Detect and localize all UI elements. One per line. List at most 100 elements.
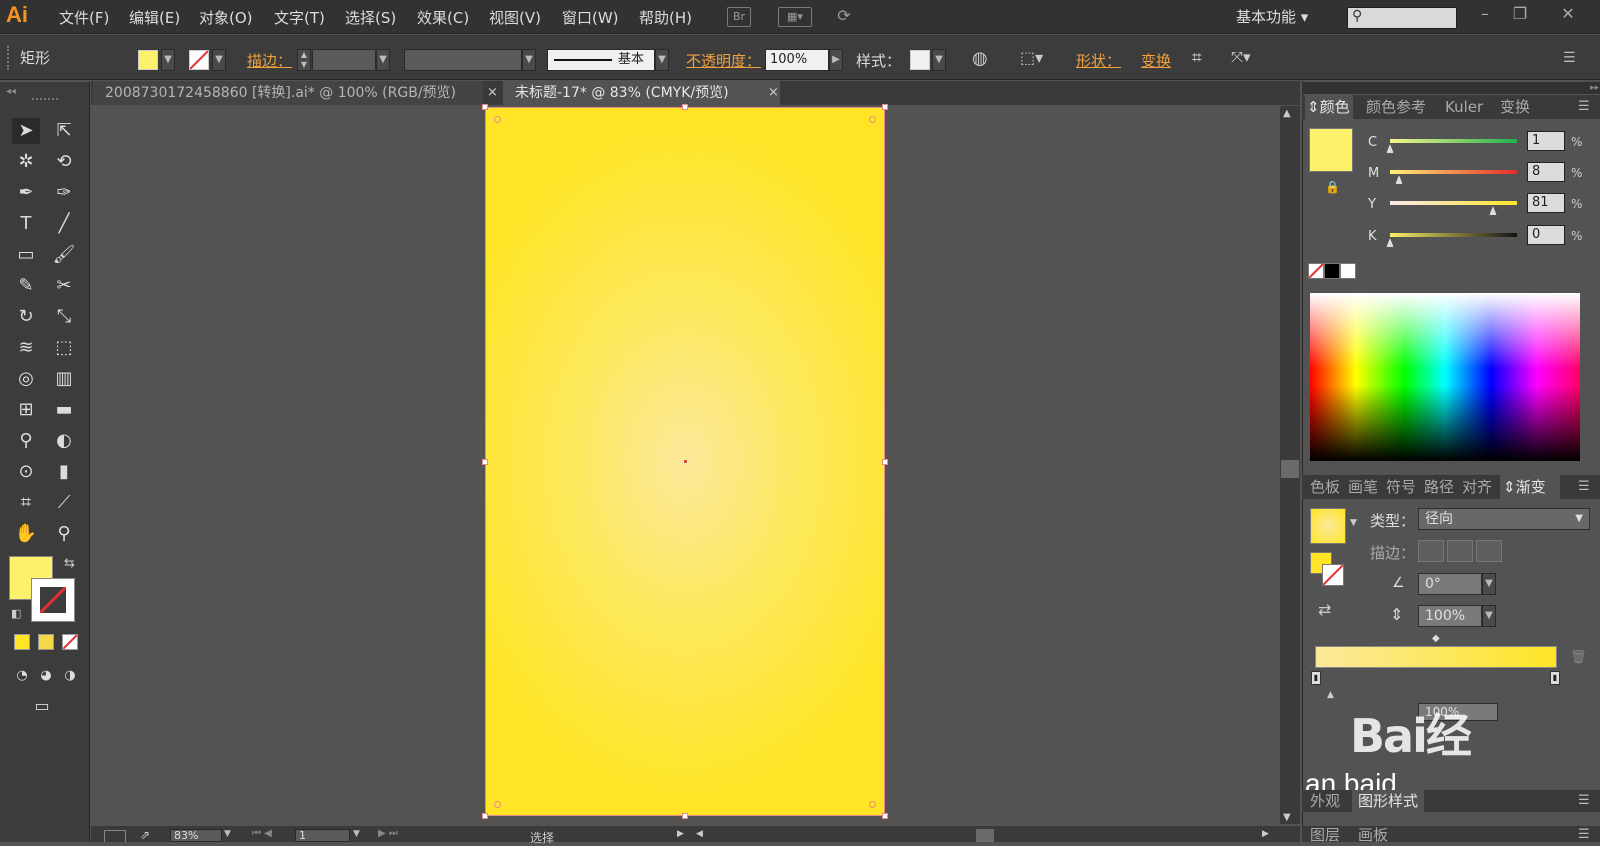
stroke-dropdown-icon[interactable]: ▼ xyxy=(212,49,226,71)
tab-color[interactable]: ⇕颜色 xyxy=(1305,95,1353,119)
midpoint-diamond-icon[interactable]: ◆ xyxy=(1432,633,1440,644)
reverse-gradient-icon[interactable]: ⇄ xyxy=(1318,600,1331,619)
eyedropper-tool-icon[interactable]: ⚲ xyxy=(12,428,40,454)
hscroll-left-icon[interactable]: ◀ xyxy=(696,829,703,839)
tab-gradient[interactable]: ⇕渐变 xyxy=(1500,475,1560,499)
menu-edit[interactable]: 编辑(E) xyxy=(129,7,180,28)
tab-layers[interactable]: 图层 xyxy=(1310,826,1340,844)
hand-tool-icon[interactable]: ✋ xyxy=(12,521,40,547)
resize-handle[interactable] xyxy=(482,813,488,819)
angle-field[interactable]: 0° xyxy=(1418,573,1482,595)
artboard-tool-icon[interactable]: ⌗ xyxy=(12,490,40,516)
transform-options-icon[interactable]: ⤧▾ xyxy=(1231,48,1251,66)
slice-tool-icon[interactable]: ⟋ xyxy=(50,490,78,516)
zoom-field[interactable]: 83% xyxy=(170,829,222,842)
none-color-icon[interactable] xyxy=(1308,263,1324,279)
channel-y-slider[interactable] xyxy=(1390,201,1517,205)
stroke-weight-field[interactable] xyxy=(312,49,376,71)
channel-c-slider[interactable] xyxy=(1390,139,1517,143)
resize-handle[interactable] xyxy=(882,813,888,819)
free-transform-tool-icon[interactable]: ⬚ xyxy=(50,335,78,361)
page-dropdown-icon[interactable]: ▼ xyxy=(353,829,360,839)
color-mode-icon[interactable] xyxy=(14,634,30,650)
gradient-stop-start[interactable]: ▮ xyxy=(1311,671,1321,685)
type-tool-icon[interactable]: T xyxy=(12,211,40,237)
paintbrush-tool-icon[interactable]: 🖌 xyxy=(50,242,78,268)
bridge-icon[interactable]: Br xyxy=(727,7,751,27)
draw-inside-icon[interactable]: ◑ xyxy=(56,663,84,689)
export-icon[interactable]: ⇗ xyxy=(140,828,150,842)
default-fill-stroke-icon[interactable]: ◧ xyxy=(11,607,21,620)
menu-file[interactable]: 文件(F) xyxy=(59,7,109,28)
tab-symbols[interactable]: 符号 xyxy=(1386,475,1416,499)
tab-appearance[interactable]: 外观 xyxy=(1310,790,1340,812)
color-spectrum[interactable] xyxy=(1310,293,1580,461)
color-panel-menu-icon[interactable]: ☰ xyxy=(1578,99,1590,114)
workspace-switcher[interactable]: 基本功能 ▾ xyxy=(1236,6,1308,27)
control-panel-menu-icon[interactable]: ☰ xyxy=(1563,50,1576,66)
tab-align[interactable]: 对齐 xyxy=(1462,475,1492,499)
tab-artboards[interactable]: 画板 xyxy=(1358,826,1388,844)
stroke-gradient-across-icon[interactable] xyxy=(1476,540,1502,562)
view-icon[interactable] xyxy=(104,830,126,842)
corner-widget[interactable] xyxy=(869,801,876,808)
channel-c-field[interactable]: 1 xyxy=(1527,131,1565,151)
arrange-documents-icon[interactable]: ▦▾ xyxy=(778,7,812,27)
tab-kuler[interactable]: Kuler xyxy=(1445,95,1483,119)
grip-handle[interactable] xyxy=(7,46,10,70)
style-dropdown-icon[interactable]: ▼ xyxy=(932,49,946,71)
toolbox-grip[interactable] xyxy=(32,98,58,102)
page-field[interactable]: 1 xyxy=(295,829,350,842)
shape-label[interactable]: 形状： xyxy=(1076,50,1121,71)
menu-effect[interactable]: 效果(C) xyxy=(417,7,469,28)
gradient-panel-menu-icon[interactable]: ☰ xyxy=(1578,479,1590,494)
opacity-field[interactable]: 100% xyxy=(765,49,829,71)
gradient-slider-bar[interactable] xyxy=(1315,646,1557,668)
layers-panel-menu-icon[interactable]: ☰ xyxy=(1578,827,1590,842)
scissors-tool-icon[interactable]: ✂ xyxy=(50,273,78,299)
corner-widget[interactable] xyxy=(494,801,501,808)
gradient-type-select[interactable]: 径向 ▼ xyxy=(1418,508,1590,530)
brush-dropdown-icon[interactable]: ▼ xyxy=(655,49,669,71)
angle-dropdown-icon[interactable]: ▼ xyxy=(1482,573,1496,595)
hscroll-thumb[interactable] xyxy=(976,829,994,842)
resize-handle[interactable] xyxy=(882,104,888,110)
stroke-weight-dropdown-icon[interactable]: ▼ xyxy=(376,49,390,71)
mesh-tool-icon[interactable]: ⊞ xyxy=(12,397,40,423)
stroke-label[interactable]: 描边： xyxy=(247,50,292,71)
tab-transform[interactable]: 变换 xyxy=(1500,95,1530,119)
stroke-gradient-along-icon[interactable] xyxy=(1447,540,1473,562)
rotate-tool-icon[interactable]: ↻ xyxy=(12,304,40,330)
tab-close-icon[interactable]: × xyxy=(487,85,498,100)
gradient-preview-swatch[interactable] xyxy=(1310,508,1346,544)
graphic-style-swatch[interactable] xyxy=(910,50,930,70)
resize-handle[interactable] xyxy=(682,104,688,110)
tab-document-1[interactable]: 2008730172458860 [转换].ai* @ 100% (RGB/预览… xyxy=(93,81,483,105)
resize-handle[interactable] xyxy=(882,459,888,465)
opacity-expand-icon[interactable]: ▶ xyxy=(829,49,843,71)
tab-color-guide[interactable]: 颜色参考 xyxy=(1366,95,1426,119)
swap-fill-stroke-icon[interactable]: ⇆ xyxy=(64,556,75,571)
hscroll-right-icon[interactable]: ▶ xyxy=(1262,829,1269,839)
curvature-tool-icon[interactable]: ✑ xyxy=(50,180,78,206)
transform-link[interactable]: 变换 xyxy=(1141,50,1171,71)
aspect-ratio-field[interactable]: 100% xyxy=(1418,605,1482,627)
dock-collapse-icon[interactable]: ▸▸ xyxy=(1302,82,1600,94)
fill-dropdown-icon[interactable]: ▼ xyxy=(161,49,175,71)
brush-definition-field[interactable]: 基本 xyxy=(547,49,655,71)
corner-widget[interactable] xyxy=(869,116,876,123)
channel-k-slider[interactable] xyxy=(1390,233,1517,237)
variable-width-dropdown-icon[interactable]: ▼ xyxy=(522,49,536,71)
menu-view[interactable]: 视图(V) xyxy=(489,7,541,28)
status-menu-icon[interactable]: ▶ xyxy=(677,829,684,839)
appearance-panel-menu-icon[interactable]: ☰ xyxy=(1578,793,1590,808)
align-icon[interactable]: ⬚▾ xyxy=(1020,48,1043,67)
tab-swatches[interactable]: 色板 xyxy=(1310,475,1340,499)
graph-tool-icon[interactable]: ▮ xyxy=(50,459,78,485)
magic-wand-tool-icon[interactable]: ✲ xyxy=(12,149,40,175)
gradient-tool-icon[interactable]: ▬ xyxy=(50,397,78,423)
menu-type[interactable]: 文字(T) xyxy=(274,7,325,28)
gradient-stop-end[interactable]: ▮ xyxy=(1550,671,1560,685)
menu-select[interactable]: 选择(S) xyxy=(345,7,396,28)
gradient-mode-icon[interactable] xyxy=(38,634,54,650)
